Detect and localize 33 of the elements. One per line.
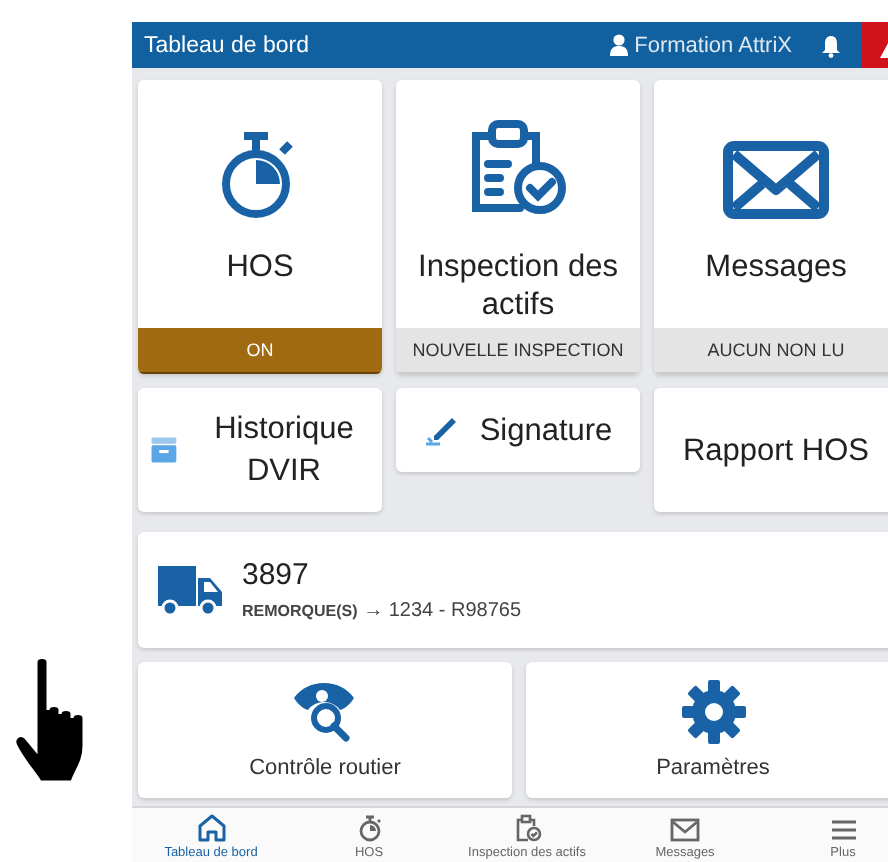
action-label: Contrôle routier [249,756,401,780]
vehicle-number: 3897 [242,558,311,592]
action-label: Paramètres [656,756,770,780]
user-icon [610,34,629,56]
shortcut-label: Rapport HOS [682,431,870,471]
user-name: Formation AttriX [634,33,792,57]
trailer-info: REMORQUE(S) → 1234 - R98765 [242,600,522,622]
stopwatch-icon [355,814,383,842]
envelope-icon [722,140,830,220]
tile-title: Inspection des actifs [416,248,620,326]
shortcut-card[interactable]: Signature [396,388,640,472]
tile-title: Messages [703,248,849,288]
tile-title: HOS [224,248,296,288]
menu-icon [829,818,857,842]
tile-status-bar: ON [138,328,382,374]
settings-icon [681,680,745,744]
tile-status-bar: AUCUN NON LU [654,328,888,374]
page-title: Tableau de bord [144,33,311,57]
envelope-icon [670,818,700,842]
action-card[interactable]: Paramètres [526,662,888,798]
pen-icon [423,414,460,446]
action-card[interactable]: Contrôle routier [138,662,512,798]
clipboard-check-icon [513,814,541,842]
shortcut-label: Signature [479,411,613,451]
home-icon [195,814,227,842]
shortcut-card[interactable]: Historique DVIR [138,388,382,512]
truck-icon [158,562,222,618]
archive-box-icon [150,434,178,466]
shortcut-card[interactable]: Rapport HOS [654,388,888,512]
bell-icon[interactable] [820,33,842,57]
shortcut-label: Historique DVIR [212,410,356,492]
vehicle-card[interactable]: 3897 REMORQUE(S) → 1234 - R98765 [138,532,888,648]
tile-status-bar: NOUVELLE INSPECTION [396,328,640,374]
